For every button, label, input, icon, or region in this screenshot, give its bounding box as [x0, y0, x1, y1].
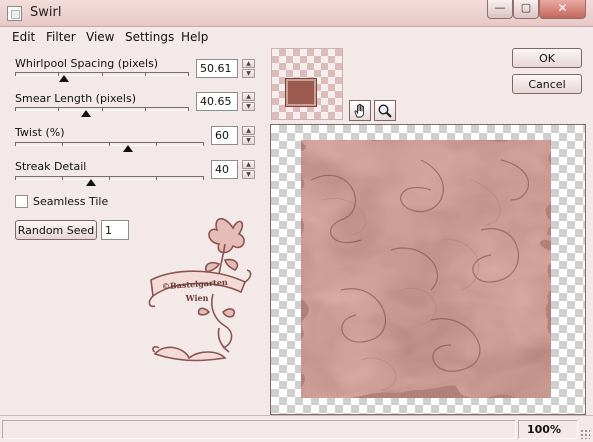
- spin-down-icon[interactable]: ▼: [242, 102, 255, 111]
- whirlpool-spacing-slider[interactable]: [15, 72, 189, 82]
- menu-bar: Edit Filter View Settings Help: [0, 27, 593, 47]
- preview-canvas[interactable]: [270, 124, 586, 415]
- seamless-tile-label[interactable]: Seamless Tile: [33, 195, 108, 208]
- random-seed-input[interactable]: [101, 220, 129, 240]
- menu-edit[interactable]: Edit: [12, 30, 35, 44]
- window-title: Swirl: [30, 5, 62, 20]
- minimize-icon: —: [494, 1, 506, 14]
- streak-detail-spinner[interactable]: ▲ ▼: [242, 160, 255, 179]
- spin-down-icon[interactable]: ▼: [242, 136, 255, 145]
- watermark-line-2: Wien: [185, 293, 209, 303]
- resize-grip-icon[interactable]: [580, 429, 590, 439]
- hand-icon: [354, 103, 364, 117]
- menu-filter[interactable]: Filter: [46, 30, 76, 44]
- smear-length-slider-thumb[interactable]: [81, 110, 92, 117]
- twist-slider[interactable]: [15, 142, 204, 152]
- twist-spinner[interactable]: ▲ ▼: [242, 126, 255, 145]
- menu-view[interactable]: View: [86, 30, 114, 44]
- ok-button[interactable]: OK: [512, 48, 582, 68]
- app-window-icon: [7, 6, 22, 21]
- bastelgarten-watermark-logo: ©Bastelgarten Wien: [148, 218, 252, 362]
- navigator-thumbnail[interactable]: [271, 48, 343, 120]
- smear-length-slider[interactable]: [15, 107, 189, 117]
- minimize-button[interactable]: —: [487, 0, 513, 19]
- twist-label: Twist (%): [15, 126, 65, 139]
- spin-up-icon[interactable]: ▲: [242, 59, 255, 68]
- whirlpool-spacing-input[interactable]: [196, 59, 238, 78]
- close-icon: ✕: [557, 1, 568, 15]
- whirlpool-spacing-spinner[interactable]: ▲ ▼: [242, 59, 255, 78]
- close-button[interactable]: ✕: [539, 0, 586, 19]
- spin-up-icon[interactable]: ▲: [242, 92, 255, 101]
- twist-input[interactable]: [211, 126, 238, 145]
- swirl-texture: [301, 140, 551, 398]
- magnifier-icon: [378, 103, 392, 118]
- streak-detail-slider-thumb[interactable]: [85, 179, 96, 186]
- spin-down-icon[interactable]: ▼: [242, 69, 255, 78]
- streak-detail-label: Streak Detail: [15, 160, 87, 173]
- twist-slider-thumb[interactable]: [123, 145, 134, 152]
- swirl-preview-image: [301, 140, 551, 398]
- menu-help[interactable]: Help: [181, 30, 208, 44]
- smear-length-spinner[interactable]: ▲ ▼: [242, 92, 255, 111]
- whirlpool-spacing-label: Whirlpool Spacing (pixels): [15, 57, 159, 70]
- cancel-button[interactable]: Cancel: [512, 74, 582, 94]
- random-seed-button[interactable]: Random Seed: [15, 220, 97, 240]
- hand-tool-button[interactable]: [349, 100, 371, 121]
- navigator-viewport-marker[interactable]: [286, 79, 316, 106]
- streak-detail-slider[interactable]: [15, 176, 204, 186]
- smear-length-input[interactable]: [196, 92, 238, 111]
- spin-up-icon[interactable]: ▲: [242, 126, 255, 135]
- status-message-pane: [2, 420, 516, 439]
- smear-length-label: Smear Length (pixels): [15, 92, 137, 105]
- zoom-tool-button[interactable]: [374, 100, 396, 121]
- seamless-tile-checkbox[interactable]: [15, 195, 28, 208]
- zoom-level: 100%: [527, 423, 561, 436]
- status-bar: 100%: [0, 415, 593, 442]
- whirlpool-spacing-slider-thumb[interactable]: [58, 75, 69, 82]
- maximize-icon: ▢: [520, 1, 532, 14]
- spin-down-icon[interactable]: ▼: [242, 170, 255, 179]
- streak-detail-input[interactable]: [211, 160, 238, 179]
- maximize-button[interactable]: ▢: [513, 0, 539, 19]
- spin-up-icon[interactable]: ▲: [242, 160, 255, 169]
- title-bar: Swirl — ▢ ✕: [0, 0, 593, 27]
- menu-settings[interactable]: Settings: [125, 30, 174, 44]
